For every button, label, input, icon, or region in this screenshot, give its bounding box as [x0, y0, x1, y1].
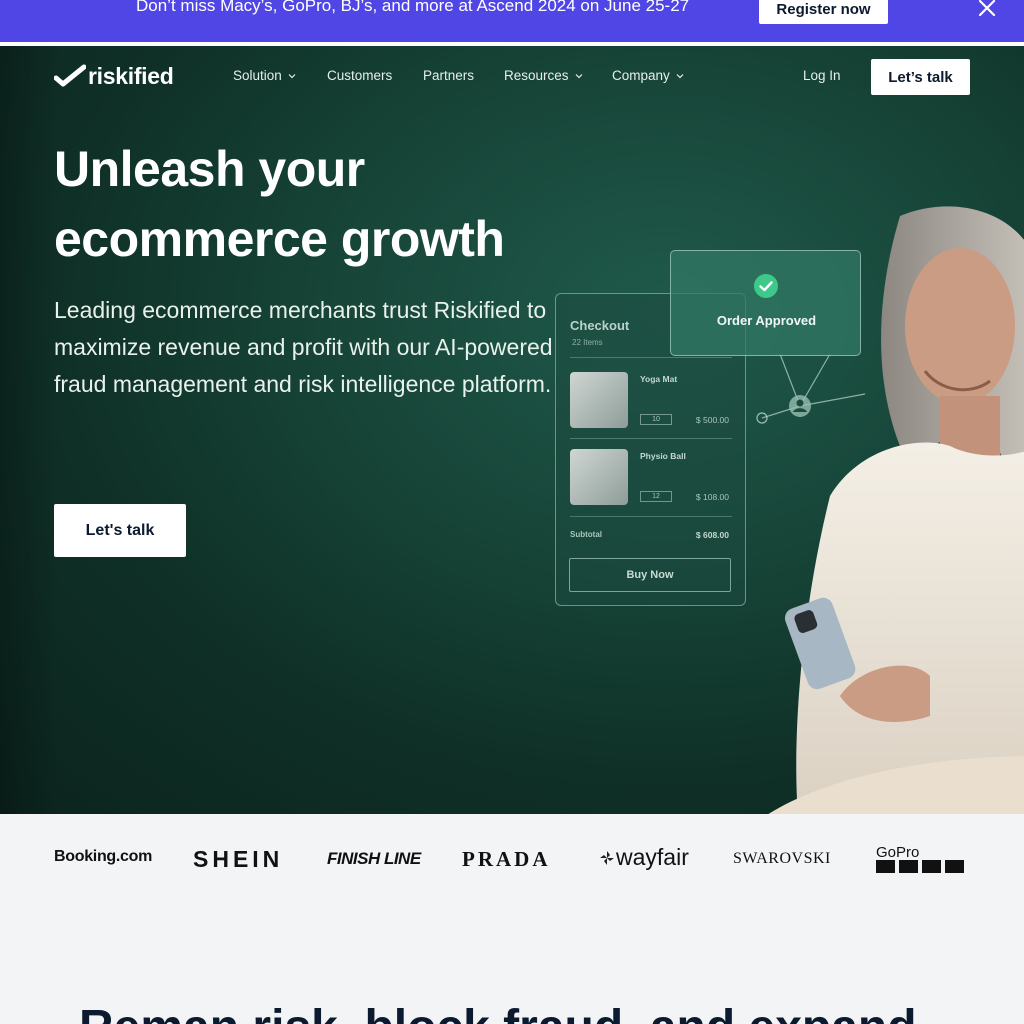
- order-approved-card: Order Approved: [670, 250, 861, 356]
- finish-line-logo: FINISH LINE: [327, 849, 421, 868]
- check-circle-icon: [754, 274, 778, 298]
- quantity-stepper: 12: [640, 491, 672, 502]
- hero-title-line1: Unleash your: [54, 141, 365, 197]
- riskified-logo[interactable]: riskified: [54, 62, 174, 90]
- wayfair-logo: wayfair: [599, 844, 689, 871]
- promo-text: Don’t miss Macy’s, GoPro, BJ’s, and more…: [136, 0, 690, 15]
- hero-shade: [0, 46, 60, 814]
- item-price: $ 500.00: [695, 415, 729, 425]
- login-link[interactable]: Log In: [803, 68, 841, 83]
- wayfair-wordmark: wayfair: [616, 844, 689, 870]
- prada-logo: PRADA: [462, 847, 551, 871]
- promo-banner: Don’t miss Macy’s, GoPro, BJ’s, and more…: [0, 0, 1024, 42]
- checkout-title: Checkout: [570, 318, 630, 333]
- nav-label: Solution: [233, 68, 282, 83]
- main-nav: Solution Customers Partners Resources Co…: [233, 68, 692, 83]
- nav-label: Customers: [327, 68, 393, 83]
- booking-logo: Booking.com: [54, 848, 153, 865]
- subtotal-label: Subtotal: [570, 530, 602, 539]
- shein-logo: SHEIN: [193, 846, 284, 872]
- checkout-item-count: 22 Items: [572, 338, 603, 347]
- chevron-down-icon: [575, 73, 582, 78]
- yoga-mat-thumbnail: [570, 372, 628, 428]
- hero-section: riskified Solution Customers Partners Re…: [0, 46, 1024, 814]
- chevron-down-icon: [288, 73, 296, 78]
- gopro-logo: GoPro: [876, 844, 964, 873]
- hero-subtitle: Leading ecommerce merchants trust Riskif…: [54, 297, 553, 397]
- nav-lets-talk-button[interactable]: Let’s talk: [871, 59, 970, 95]
- swarovski-logo: SWAROVSKI: [733, 850, 831, 867]
- item-price: $ 108.00: [695, 492, 729, 502]
- nav-label: Resources: [504, 68, 569, 83]
- logo-text: riskified: [88, 62, 174, 89]
- physio-ball-thumbnail: [570, 449, 628, 505]
- nav-item-partners[interactable]: Partners: [423, 68, 504, 83]
- hero-title-line2: ecommerce growth: [54, 211, 505, 267]
- logo-check-icon: [54, 64, 86, 87]
- quantity-stepper: 10: [640, 414, 672, 425]
- divider: [570, 516, 732, 517]
- chevron-down-icon: [676, 73, 684, 78]
- nav-item-solution[interactable]: Solution: [233, 68, 327, 83]
- gopro-wordmark: GoPro: [876, 844, 919, 861]
- hero-lets-talk-button[interactable]: Let's talk: [54, 504, 186, 557]
- order-approved-text: Order Approved: [716, 313, 817, 328]
- buy-now-button: Buy Now: [569, 558, 731, 592]
- nav-label: Company: [612, 68, 670, 83]
- section-heading: Reman risk, block fraud, and expand: [79, 1000, 917, 1024]
- wayfair-pinwheel-icon: [600, 850, 614, 865]
- network-graph: [756, 353, 866, 424]
- item-name: Yoga Mat: [640, 374, 678, 384]
- nav-item-company[interactable]: Company: [612, 68, 692, 83]
- customer-logos: Booking.com SHEIN FINISH LINE PRADA wayf…: [0, 814, 1024, 1024]
- nav-item-resources[interactable]: Resources: [504, 68, 612, 83]
- register-now-button[interactable]: Register now: [759, 0, 888, 24]
- subtotal-value: $ 608.00: [695, 530, 729, 540]
- nav-label: Partners: [423, 68, 475, 83]
- close-icon[interactable]: [976, 0, 998, 19]
- nav-item-customers[interactable]: Customers: [327, 68, 423, 83]
- divider: [570, 357, 732, 358]
- hero-title: Unleash your ecommerce growth: [54, 134, 574, 274]
- item-name: Physio Ball: [640, 451, 686, 461]
- divider: [570, 438, 732, 439]
